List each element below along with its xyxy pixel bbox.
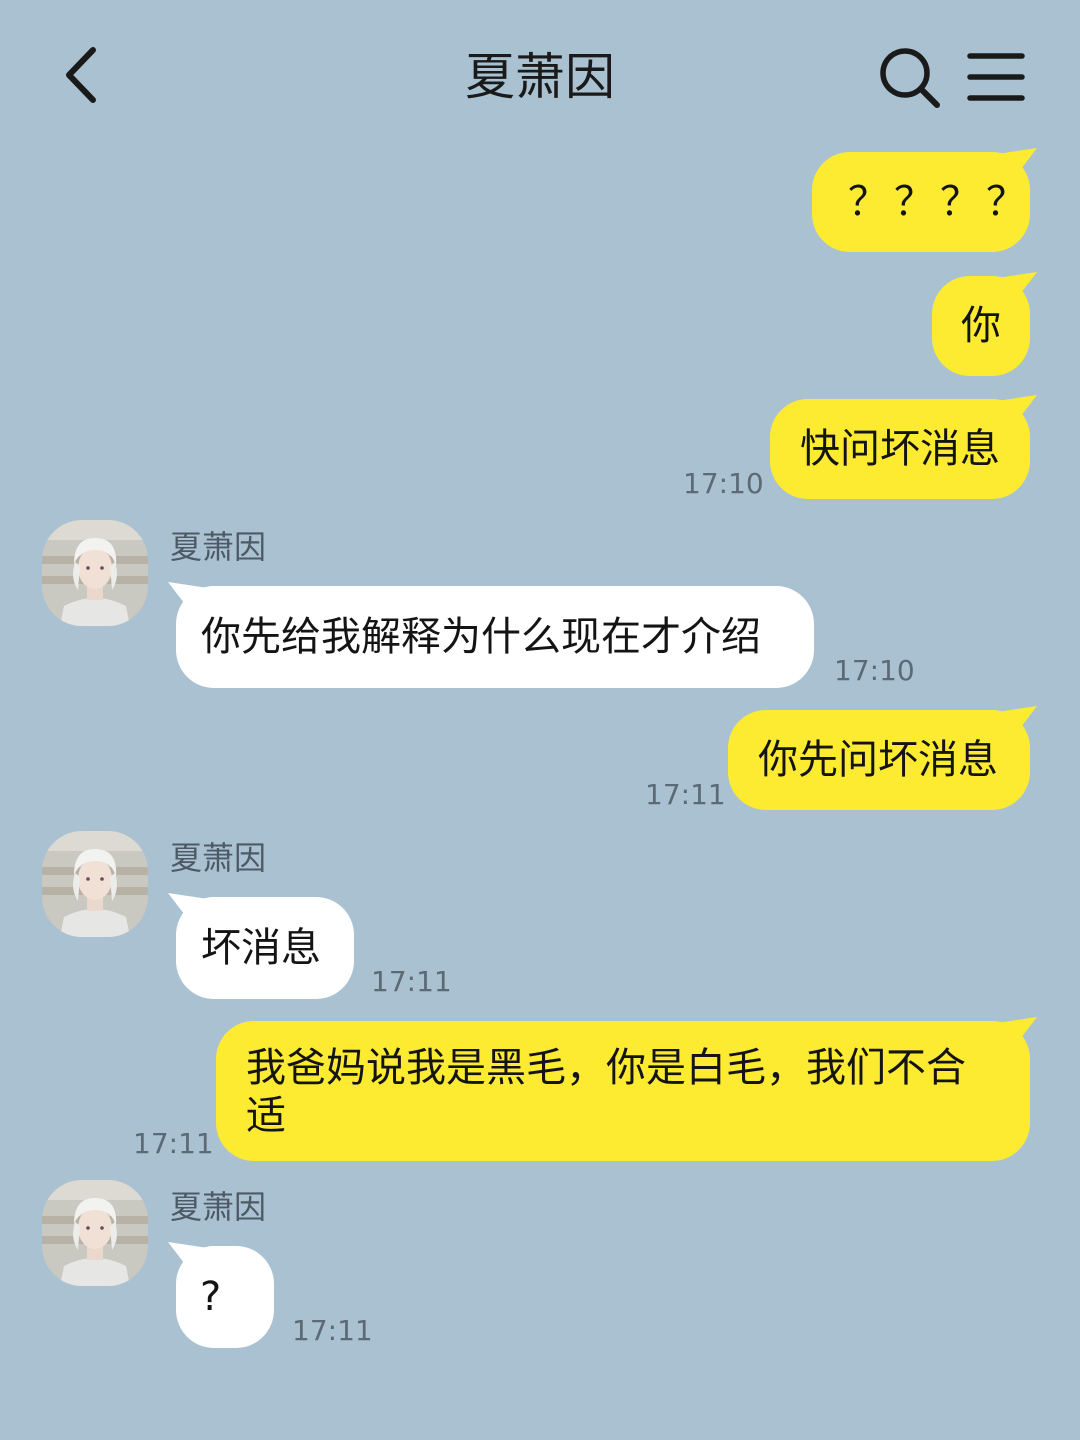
avatar-portrait-icon — [42, 831, 148, 937]
chat-header: 夏萧因 — [0, 0, 1080, 150]
my-message-bubble[interactable]: 我爸妈说我是黑毛，你是白毛，我们不合 适 — [216, 1017, 1037, 1161]
sender-name: 夏萧因 — [170, 839, 267, 877]
search-icon — [880, 48, 940, 108]
message-text: 你 — [961, 303, 1001, 349]
their-message-bubble[interactable]: ? — [168, 1242, 274, 1348]
message-text: 你先给我解释为什么现在才介绍 — [201, 614, 761, 660]
message-text-line: 适 — [246, 1093, 286, 1139]
contact-avatar[interactable] — [42, 520, 148, 626]
message-text: 坏消息 — [201, 925, 321, 971]
their-message-bubble[interactable]: 你先给我解释为什么现在才介绍 — [168, 582, 814, 688]
avatar-portrait-icon — [42, 520, 148, 626]
message-text: 你先问坏消息 — [758, 737, 998, 783]
message-timestamp: 17:11 — [292, 1314, 373, 1347]
my-message-bubble[interactable]: 你 — [932, 272, 1037, 376]
message-text: ? — [200, 1274, 222, 1320]
my-message-bubble[interactable]: 你先问坏消息 — [728, 706, 1037, 810]
message-text: ？？？？ — [848, 179, 1032, 225]
message-timestamp: 17:11 — [133, 1127, 214, 1160]
message-timestamp: 17:10 — [834, 654, 915, 687]
their-message-bubble[interactable]: 坏消息 — [168, 893, 354, 999]
message-timestamp: 17:11 — [645, 778, 726, 811]
sender-name: 夏萧因 — [170, 528, 267, 566]
message-timestamp: 17:11 — [371, 965, 452, 998]
my-message-bubble[interactable]: ？？？？ — [812, 148, 1037, 252]
menu-button[interactable] — [966, 50, 1026, 104]
contact-avatar[interactable] — [42, 1180, 148, 1286]
search-button[interactable] — [876, 44, 942, 110]
message-timestamp: 17:10 — [683, 467, 764, 500]
my-message-bubble[interactable]: 快问坏消息 — [770, 395, 1037, 499]
message-text-line: 我爸妈说我是黑毛，你是白毛，我们不合 — [246, 1045, 966, 1091]
contact-avatar[interactable] — [42, 831, 148, 937]
sender-name: 夏萧因 — [170, 1188, 267, 1226]
message-text: 快问坏消息 — [800, 426, 1000, 472]
avatar-portrait-icon — [42, 1180, 148, 1286]
hamburger-menu-icon — [967, 53, 1025, 101]
